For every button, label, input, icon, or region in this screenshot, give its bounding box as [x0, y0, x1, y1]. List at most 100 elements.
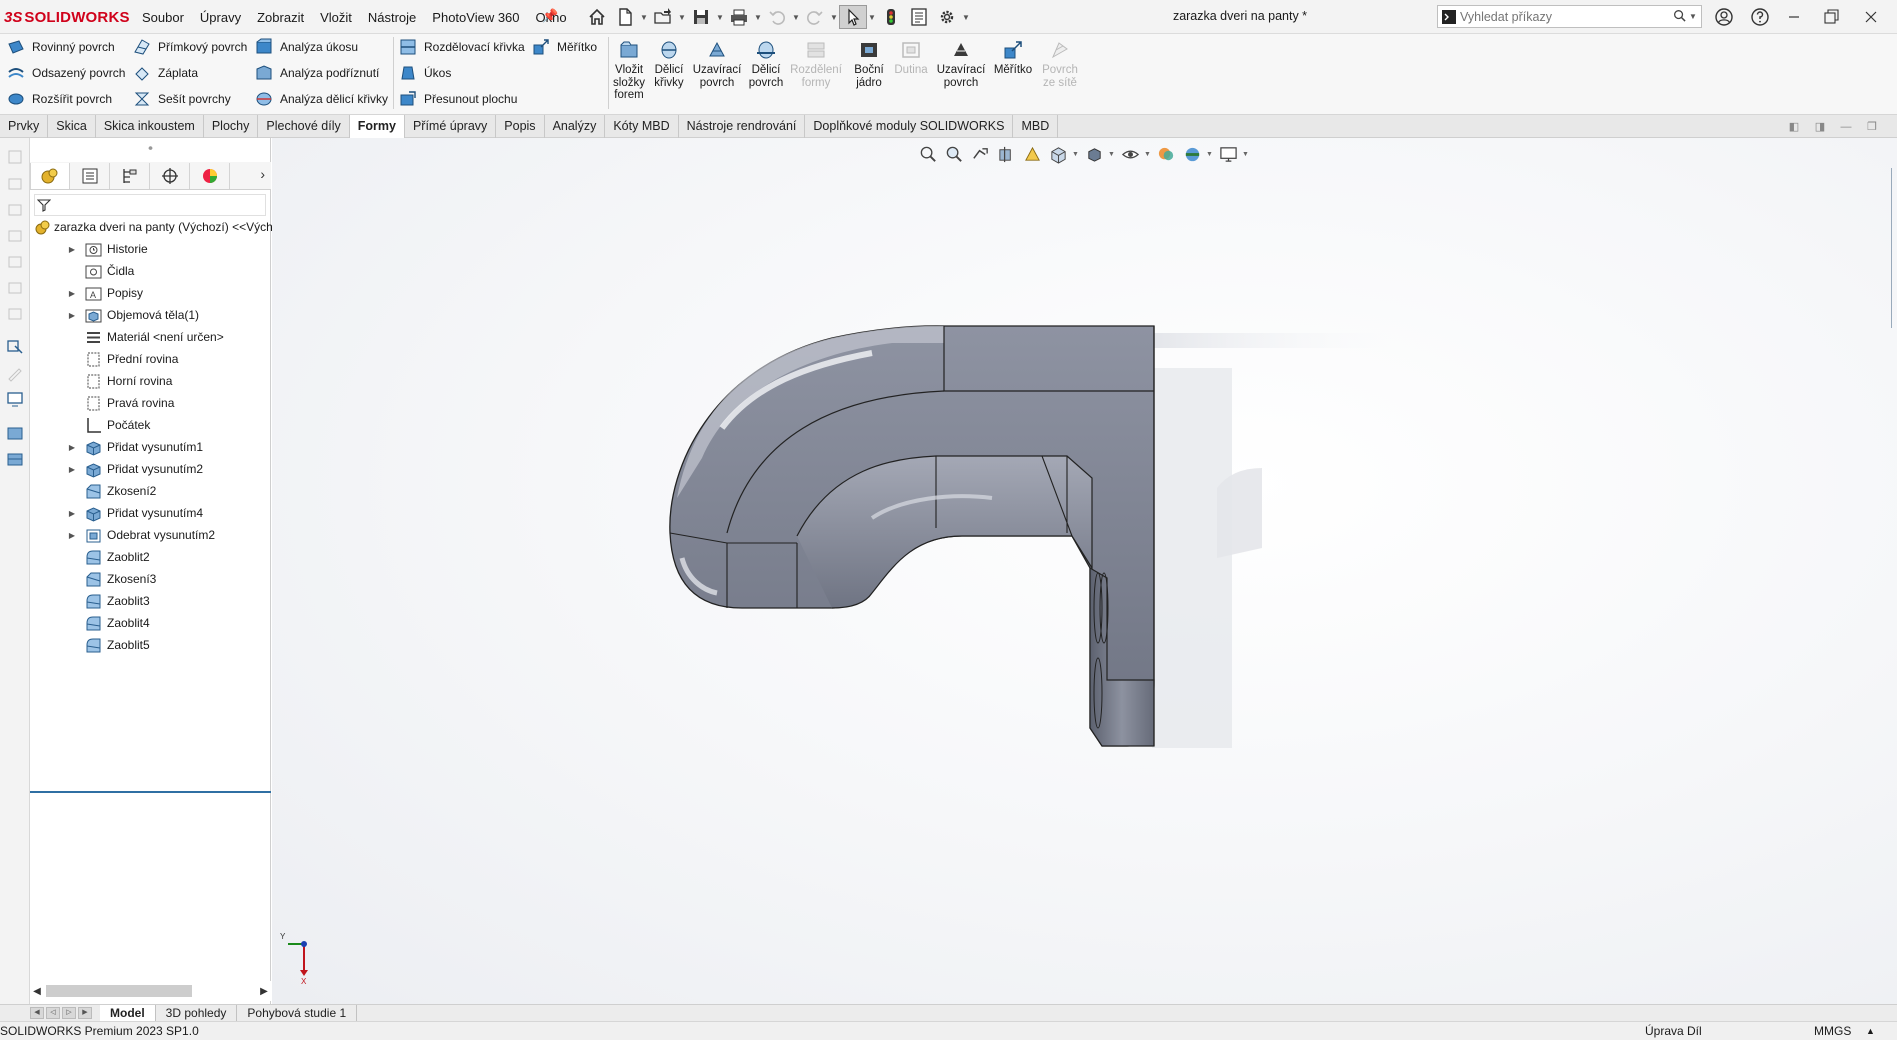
options-dropdown-icon[interactable]: ▼	[961, 13, 971, 22]
tab-plechove-dily[interactable]: Plechové díly	[258, 115, 350, 138]
rollback-bar[interactable]	[30, 791, 271, 793]
unit-system-up-icon[interactable]: ▲	[1866, 1026, 1875, 1036]
shut-off-surface-2-button[interactable]: Uzavírací povrch	[936, 38, 986, 112]
part-model-render[interactable]	[272, 138, 1897, 1004]
scroll-right-icon[interactable]: ▶	[257, 986, 271, 997]
tree-item[interactable]: Přední rovina	[30, 348, 271, 370]
tree-filter[interactable]	[34, 194, 266, 216]
pin-menu-icon[interactable]: 📌	[542, 8, 558, 24]
tree-item[interactable]: Pravá rovina	[30, 392, 271, 414]
strip-select-icon[interactable]	[4, 336, 26, 358]
strip-tool-icon[interactable]	[4, 224, 26, 246]
chevron-right-icon[interactable]: ›	[260, 166, 265, 182]
tree-item[interactable]: Počátek	[30, 414, 271, 436]
tab-motion-study[interactable]: Pohybová studie 1	[237, 1005, 358, 1022]
tree-root-part[interactable]: zarazka dveri na panty (Výchozí) <<Výcho…	[30, 216, 296, 238]
search-commands-box[interactable]: ▼	[1437, 5, 1702, 28]
strip-tool-icon[interactable]	[4, 198, 26, 220]
menu-zobrazit[interactable]: Zobrazit	[249, 9, 312, 26]
print-dropdown-icon[interactable]: ▼	[753, 13, 763, 22]
scroll-track[interactable]	[44, 984, 257, 998]
expand-arrow-icon[interactable]: ▶	[66, 509, 78, 518]
tree-item[interactable]: Zkosení3	[30, 568, 271, 590]
tree-item[interactable]: ▶ Přidat vysunutím2	[30, 458, 271, 480]
save-icon[interactable]	[687, 5, 715, 29]
solidworks-logo[interactable]: 3S SOLIDWORKS	[4, 7, 130, 27]
restore-icon[interactable]	[1818, 4, 1844, 30]
offset-surface-button[interactable]: Odsazený povrch	[6, 62, 125, 84]
unit-system-button[interactable]: MMGS	[1814, 1024, 1851, 1038]
tab-prime-upravy[interactable]: Přímé úpravy	[405, 115, 497, 138]
scroll-left-icon[interactable]: ◀	[30, 986, 44, 997]
search-icon[interactable]	[1669, 9, 1689, 25]
tree-item[interactable]: Zaoblit3	[30, 590, 271, 612]
draft-button[interactable]: Úkos	[398, 62, 451, 84]
menu-soubor[interactable]: Soubor	[134, 9, 192, 26]
parting-lines-button[interactable]: Dělicí křivky	[644, 38, 694, 112]
strip-mold-2-icon[interactable]	[4, 448, 26, 470]
strip-tool-icon[interactable]	[4, 276, 26, 298]
tab-prvky[interactable]: Prvky	[0, 115, 49, 138]
tab-mbd[interactable]: MBD	[1013, 115, 1059, 138]
select-dropdown-icon[interactable]: ▼	[867, 13, 877, 22]
tab-koty-mbd[interactable]: Kóty MBD	[605, 115, 679, 138]
first-tab-icon[interactable]: ◀	[30, 1007, 44, 1019]
menu-nastroje[interactable]: Nástroje	[360, 9, 424, 26]
menu-photoview[interactable]: PhotoView 360	[424, 9, 527, 26]
prev-tab-icon[interactable]: ◁	[46, 1007, 60, 1019]
next-tab-icon[interactable]: ▷	[62, 1007, 76, 1019]
extend-surface-button[interactable]: Rozšířit povrch	[6, 88, 112, 110]
user-account-icon[interactable]	[1711, 4, 1737, 30]
new-document-icon[interactable]	[611, 5, 639, 29]
shut-off-surface-button[interactable]: Uzavírací povrch	[692, 38, 742, 112]
reference-triad[interactable]: Y X	[280, 932, 320, 991]
open-folder-icon[interactable]	[649, 5, 677, 29]
search-dropdown-icon[interactable]: ▼	[1689, 12, 1701, 21]
doc-restore-icon[interactable]: ❐	[1862, 119, 1882, 134]
strip-display-icon[interactable]	[4, 388, 26, 410]
tile-right-icon[interactable]: ◨	[1810, 119, 1830, 134]
horizontal-scrollbar[interactable]: ◀ ▶	[30, 981, 271, 1001]
feature-tree-tab-icon[interactable]	[30, 162, 70, 189]
dimxpert-tab-icon[interactable]	[150, 162, 190, 189]
configuration-manager-tab-icon[interactable]	[110, 162, 150, 189]
patch-button[interactable]: Záplata	[132, 62, 198, 84]
tab-analyzy[interactable]: Analýzy	[545, 115, 606, 138]
tab-skica[interactable]: Skica	[48, 115, 96, 138]
tab-plochy[interactable]: Plochy	[204, 115, 259, 138]
tree-item[interactable]: ▶ Přidat vysunutím4	[30, 502, 271, 524]
tree-item[interactable]: ▶ Přidat vysunutím1	[30, 436, 271, 458]
last-tab-icon[interactable]: ▶	[78, 1007, 92, 1019]
display-manager-tab-icon[interactable]	[190, 162, 230, 189]
menu-vlozit[interactable]: Vložit	[312, 9, 360, 26]
draft-analysis-button[interactable]: Analýza úkosu	[254, 36, 358, 58]
scale-big-button[interactable]: Měřítko	[988, 38, 1038, 112]
expand-arrow-icon[interactable]: ▶	[66, 531, 78, 540]
knit-surface-button[interactable]: Sešít povrchy	[132, 88, 231, 110]
tree-item[interactable]: Zkosení2	[30, 480, 271, 502]
tab-formy[interactable]: Formy	[349, 115, 405, 139]
panel-grip[interactable]: ⦁	[30, 138, 271, 156]
expand-arrow-icon[interactable]: ▶	[66, 465, 78, 474]
tree-item[interactable]: Čidla	[30, 260, 271, 282]
tab-popis[interactable]: Popis	[496, 115, 545, 138]
tab-nastroje-rendrovani[interactable]: Nástroje rendrování	[679, 115, 806, 138]
options-gear-icon[interactable]	[933, 5, 961, 29]
tab-skica-inkoustem[interactable]: Skica inkoustem	[96, 115, 204, 138]
tree-item[interactable]: Horní rovina	[30, 370, 271, 392]
home-icon[interactable]	[583, 5, 611, 29]
close-icon[interactable]	[1858, 4, 1884, 30]
expand-arrow-icon[interactable]: ▶	[66, 443, 78, 452]
tree-item[interactable]: ▶ Objemová těla(1)	[30, 304, 271, 326]
print-icon[interactable]	[725, 5, 753, 29]
graphics-area[interactable]: ▼ ▼ ▼ ▼ ▼ Y X	[272, 138, 1897, 1004]
tab-doplnkove-moduly[interactable]: Doplňkové moduly SOLIDWORKS	[805, 115, 1014, 138]
doc-minimize-icon[interactable]: —	[1836, 119, 1856, 134]
strip-edit-icon[interactable]	[4, 362, 26, 384]
tree-item[interactable]: Materiál <není určen>	[30, 326, 271, 348]
tab-3d-views[interactable]: 3D pohledy	[156, 1005, 238, 1022]
tree-item[interactable]: Zaoblit5	[30, 634, 271, 656]
parting-line-analysis-button[interactable]: Analýza dělicí křivky	[254, 88, 388, 110]
tree-item[interactable]: ▶ A Popisy	[30, 282, 271, 304]
scroll-thumb[interactable]	[46, 985, 192, 997]
